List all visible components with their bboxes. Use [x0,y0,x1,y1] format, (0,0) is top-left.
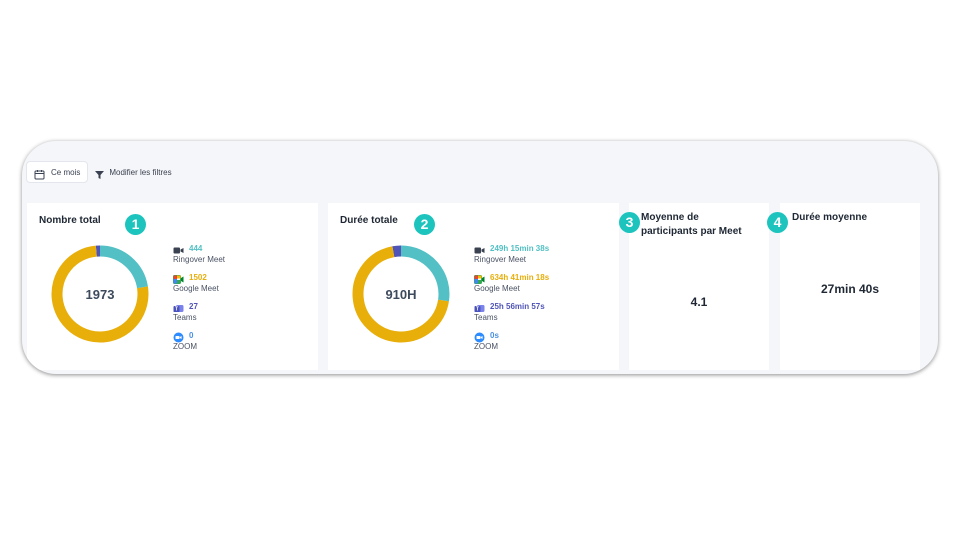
avg-participants-value: 4.1 [690,295,708,309]
stats-panel: Ce mois Modifier les filtres Nombre tota… [22,141,938,374]
period-button[interactable]: Ce mois [26,161,89,183]
ringover-video-icon [173,243,184,254]
step-badge: 2 [414,214,435,235]
step-badge: 1 [125,214,146,235]
legend-row: T 27 [173,299,225,313]
legend-item: 634h 41min 18s Google Meet [474,270,549,299]
ringover-segment [99,245,148,289]
legend-row: 0 [173,328,225,342]
legend-name: ZOOM [474,342,498,351]
legend-name: ZOOM [173,342,197,351]
legend-item: 444 Ringover Meet [173,241,225,270]
legend-value: 1502 [189,272,207,282]
total-duration-card: Durée totale 2 910H 249h 15min 38s Ringov… [328,203,619,370]
calendar-icon [34,167,45,179]
legend-item: 249h 15min 38s Ringover Meet [474,241,549,270]
duration-legend: 249h 15min 38s Ringover Meet 634h 41min 18… [474,241,549,357]
legend-name: Teams [173,313,197,322]
legend-value: 0s [490,330,499,340]
count-legend: 444 Ringover Meet 1502 Google Meet T 27 Teams 0… [173,241,225,357]
modify-filters-button[interactable]: Modifier les filtres [94,167,172,179]
legend-row: T 25h 56min 57s [474,299,549,313]
legend-item: T 27 Teams [173,299,225,328]
step-badge: 4 [767,212,788,233]
legend-item: 0 ZOOM [173,328,225,357]
legend-value: 249h 15min 38s [490,243,550,253]
legend-row: 0s [474,328,549,342]
legend-value: 25h 56min 57s [490,301,545,311]
card-title-line: Moyenne de [641,212,699,223]
total-count-card: Nombre total 1 1973 444 Ringover Meet 1502… [27,203,318,370]
legend-value: 0 [189,330,194,340]
avg-participants-card: Moyenne de participants par Meet 3 4.1 [619,203,769,370]
legend-item: T 25h 56min 57s Teams [474,299,549,328]
teams-icon: T [173,301,184,312]
card-title: Nombre total [39,215,101,226]
legend-value: 444 [189,243,203,253]
avg-duration-card: Durée moyenne 4 27min 40s [767,203,920,370]
legend-row: 1502 [173,270,225,284]
modify-filters-label: Modifier les filtres [109,167,172,177]
google-meet-icon [474,272,485,284]
funnel-icon [94,167,105,179]
legend-row: 249h 15min 38s [474,241,549,255]
svg-text:T: T [476,306,479,312]
count-donut-chart: 1973 [51,245,149,343]
card-title: Moyenne de participants par Meet [641,211,742,239]
legend-item: 1502 Google Meet [173,270,225,299]
zoom-icon [474,330,485,342]
period-label: Ce mois [51,167,81,177]
donut-center-value: 910H [385,287,416,302]
card-title: Durée moyenne [792,212,868,223]
legend-value: 27 [189,301,198,311]
legend-name: Teams [474,313,498,322]
card-title: Durée totale [340,215,398,226]
legend-name: Google Meet [173,284,219,293]
zoom-icon [173,330,184,342]
legend-name: Ringover Meet [173,255,226,264]
ringover-video-icon [474,243,485,254]
duration-donut-chart: 910H [352,245,450,343]
step-badge: 3 [619,212,640,233]
avg-duration-value: 27min 40s [820,282,880,296]
google-meet-icon [173,272,184,284]
legend-value: 634h 41min 18s [490,272,550,282]
svg-text:T: T [175,306,178,312]
teams-segment [392,245,402,258]
legend-name: Ringover Meet [474,255,527,264]
legend-name: Google Meet [474,284,520,293]
filter-bar: Ce mois Modifier les filtres [26,161,172,183]
legend-item: 0s ZOOM [474,328,549,357]
donut-center-value: 1973 [86,287,115,302]
legend-row: 444 [173,241,225,255]
teams-icon: T [474,301,485,312]
card-title-line: participants par Meet [641,226,742,237]
legend-row: 634h 41min 18s [474,270,549,284]
